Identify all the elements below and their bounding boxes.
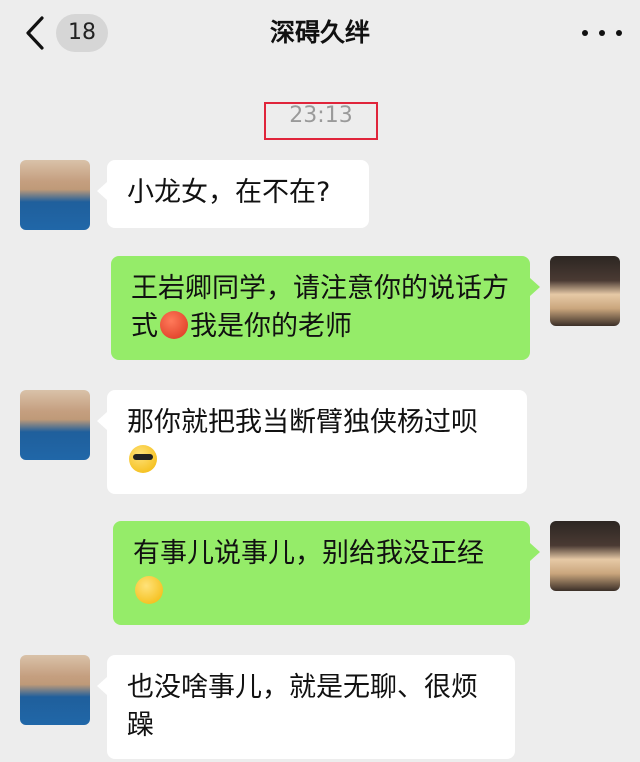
contact-avatar[interactable] — [20, 390, 90, 460]
incoming-message-bubble[interactable]: 那你就把我当断臂独侠杨过呗 — [97, 390, 527, 494]
message-text: 那你就把我当断臂独侠杨过呗 — [127, 407, 478, 438]
message-text: 也没啥事儿，就是无聊、很烦躁 — [127, 672, 478, 741]
more-dot — [616, 30, 622, 36]
more-button[interactable] — [582, 20, 622, 46]
angry-face-emoji — [160, 311, 188, 339]
message-text: 小龙女，在不在? — [127, 177, 331, 208]
thinking-face-emoji — [135, 576, 163, 604]
contact-avatar[interactable] — [20, 655, 90, 725]
more-dot — [582, 30, 588, 36]
chat-title: 深碍久绊 — [269, 18, 370, 47]
message-text: 有事儿说事儿，别给我没正经 — [133, 538, 484, 569]
outgoing-message-bubble[interactable]: 有事儿说事儿，别给我没正经 — [113, 521, 540, 625]
my-avatar[interactable] — [550, 256, 620, 326]
message-text: 我是你的老师 — [190, 311, 352, 342]
contact-avatar[interactable] — [20, 160, 90, 230]
incoming-message-bubble[interactable]: 小龙女，在不在? — [97, 160, 369, 228]
outgoing-message-bubble[interactable]: 王岩卿同学，请注意你的说话方式 我是你的老师 — [111, 256, 540, 360]
my-avatar[interactable] — [550, 521, 620, 591]
top-bar: 18 深碍久绊 — [0, 0, 640, 66]
timestamp-highlight-box — [264, 102, 378, 140]
sunglasses-face-emoji — [129, 445, 157, 473]
more-dot — [599, 30, 605, 36]
incoming-message-bubble[interactable]: 也没啥事儿，就是无聊、很烦躁 — [97, 655, 515, 759]
